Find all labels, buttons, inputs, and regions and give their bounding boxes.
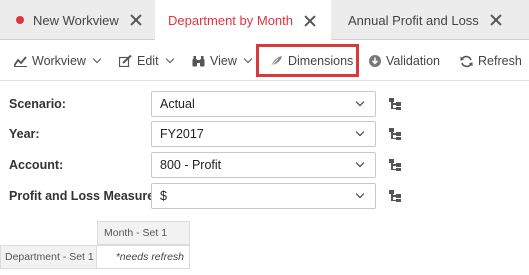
tab-bar: New Workview Department by Month Annual … [0,0,529,41]
view-menu-button[interactable]: View [192,41,253,81]
close-icon[interactable] [304,15,316,27]
workview-label: Workview [32,54,86,68]
tab-annual-profit-and-loss[interactable]: Annual Profit and Loss [331,0,529,40]
chevron-down-icon [355,127,365,137]
scenario-label: Scenario: [9,97,66,111]
year-label: Year: [9,127,40,141]
year-value: FY2017 [160,127,204,141]
close-icon[interactable] [490,14,502,26]
row-header-cell[interactable]: Department - Set 1 [0,245,97,269]
measures-row: Profit and Loss Measures: $ [0,183,529,209]
hierarchy-icon[interactable] [389,128,401,140]
chevron-down-icon [243,54,253,64]
dimensions-button[interactable]: Dimensions [256,44,359,77]
chevron-down-icon [355,158,365,168]
scenario-row: Scenario: Actual [0,91,529,117]
measures-value: $ [160,189,167,203]
column-header-cell[interactable]: Month - Set 1 [97,221,190,245]
tab-department-by-month[interactable]: Department by Month [155,0,331,41]
hierarchy-icon[interactable] [389,190,401,202]
refresh-button[interactable]: Refresh [460,41,522,81]
account-select[interactable]: 800 - Profit [151,152,376,178]
tab-label: Annual Profit and Loss [348,12,479,28]
toolbar: Workview Edit View Dimensions Validation… [0,41,529,81]
chevron-down-icon [165,54,174,64]
dimensions-label: Dimensions [288,53,354,68]
tab-label: New Workview [33,12,119,28]
close-icon[interactable] [130,14,142,26]
tab-new-workview[interactable]: New Workview [0,0,155,40]
download-circle-icon [369,55,381,67]
chart-icon [14,55,27,67]
year-row: Year: FY2017 [0,121,529,147]
edit-icon [119,55,132,67]
hierarchy-icon[interactable] [389,98,401,110]
binoculars-icon [192,55,205,66]
tab-label: Department by Month [168,13,294,28]
scenario-select[interactable]: Actual [151,91,376,117]
scenario-value: Actual [160,97,195,111]
edit-menu-button[interactable]: Edit [119,41,174,81]
edit-label: Edit [137,54,159,68]
view-label: View [210,54,237,68]
account-row: Account: 800 - Profit [0,152,529,178]
year-select[interactable]: FY2017 [151,121,376,147]
chevron-down-icon [355,97,365,107]
data-cell[interactable]: *needs refresh [97,245,190,269]
refresh-label: Refresh [478,54,522,68]
feather-icon [270,55,282,66]
account-value: 800 - Profit [160,158,222,172]
chevron-down-icon [355,189,365,199]
account-label: Account: [9,158,64,172]
measures-select[interactable]: $ [151,183,376,209]
validation-button[interactable]: Validation [369,41,440,81]
workview-menu-button[interactable]: Workview [14,41,102,81]
unsaved-dot-icon [16,16,24,24]
validation-label: Validation [386,54,440,68]
chevron-down-icon [92,54,102,64]
measures-label: Profit and Loss Measures: [9,189,166,203]
refresh-icon [460,55,473,67]
hierarchy-icon[interactable] [389,159,401,171]
